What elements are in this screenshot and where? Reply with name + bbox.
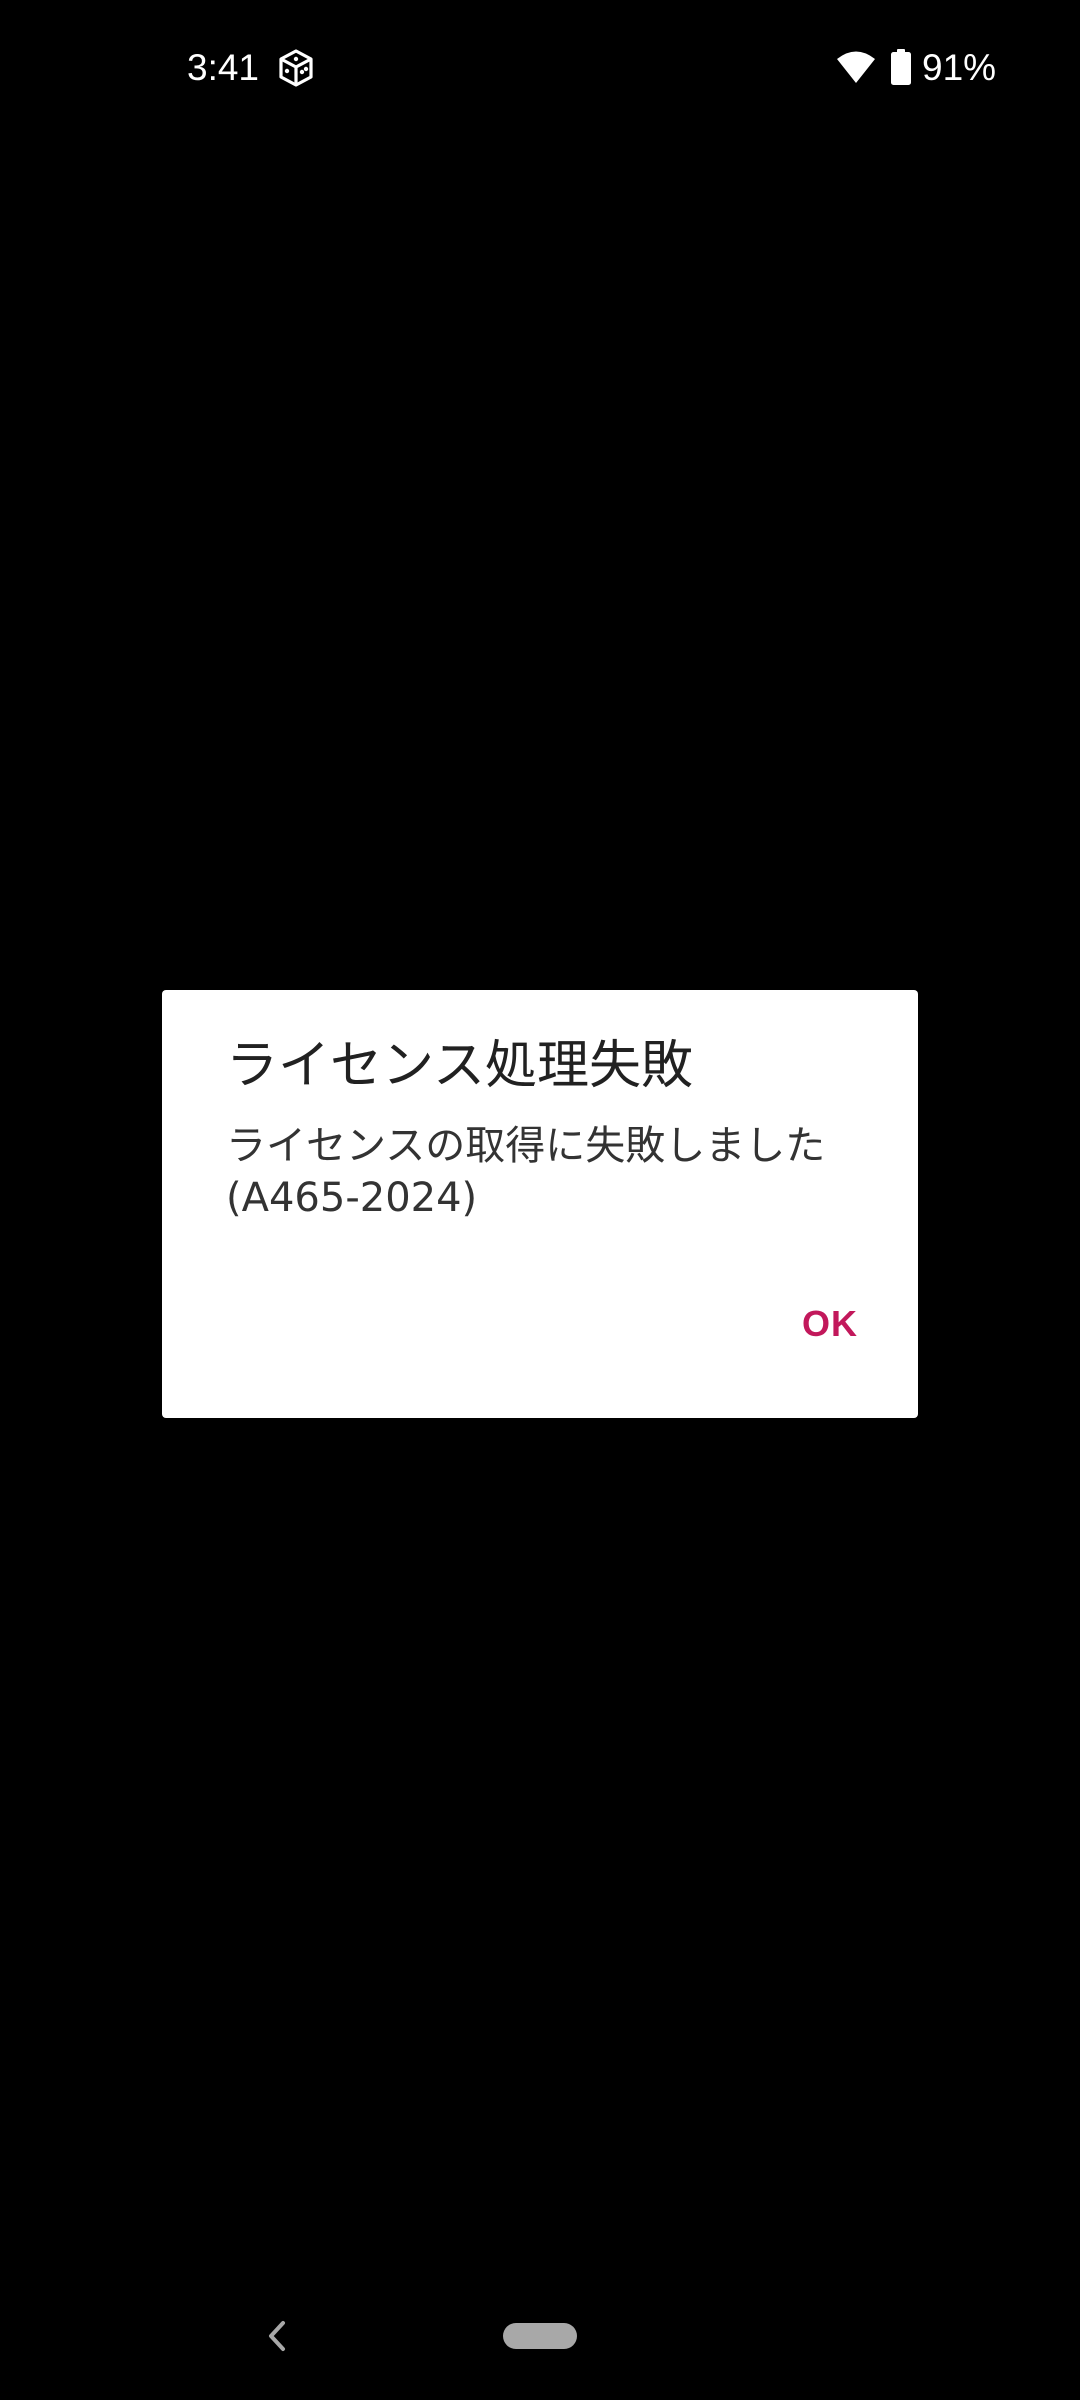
battery-icon (891, 49, 911, 85)
home-pill[interactable] (503, 2323, 577, 2349)
status-time: 3:41 (187, 47, 260, 88)
ok-button[interactable]: OK (782, 1280, 878, 1368)
wifi-icon (836, 50, 876, 84)
license-error-dialog: ライセンス処理失敗 ライセンスの取得に失敗しました (A465-2024) OK (162, 990, 918, 1418)
battery-percent: 91% (922, 47, 997, 88)
dialog-message: ライセンスの取得に失敗しました (A465-2024) (226, 1123, 826, 1221)
status-bar: 3:41 91% (0, 0, 1080, 136)
dialog-title: ライセンス処理失敗 (226, 1036, 693, 1096)
app-notification-icon (276, 48, 316, 88)
back-icon[interactable] (262, 2318, 292, 2354)
